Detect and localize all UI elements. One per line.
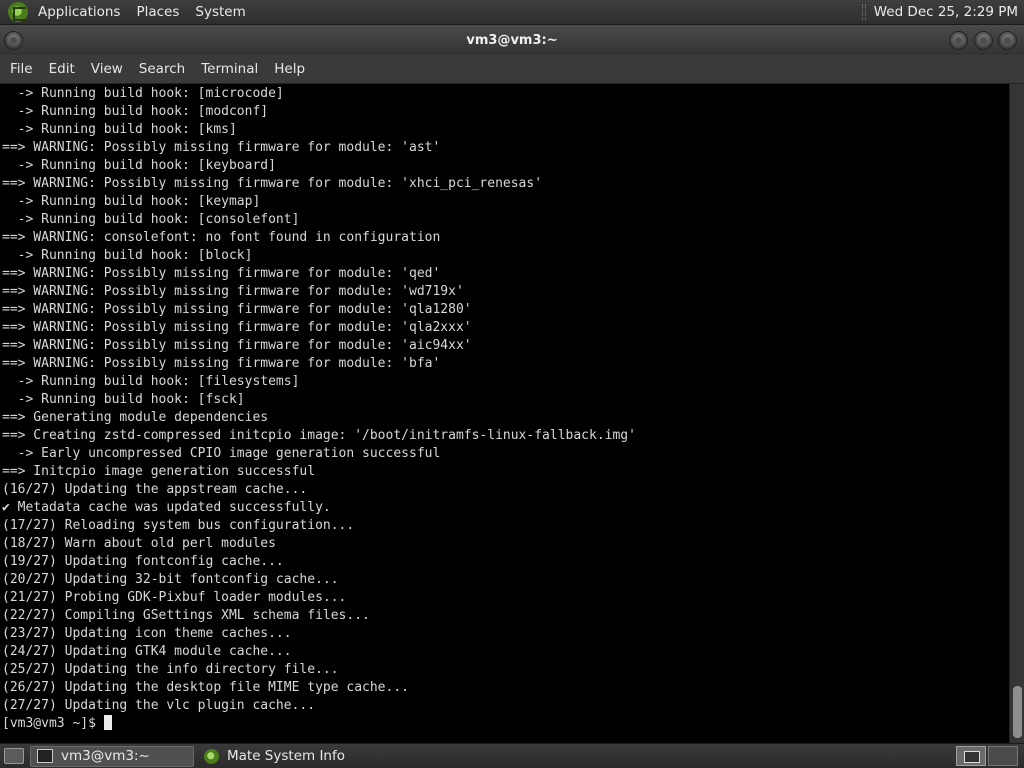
menu-edit[interactable]: Edit [41,55,83,84]
minimize-button[interactable] [949,31,968,50]
workspace-2-button[interactable] [988,746,1018,766]
terminal-line: ==> Creating zstd-compressed initcpio im… [2,428,636,443]
terminal-line: ==> WARNING: Possibly missing firmware f… [2,320,472,335]
workspace-1-button[interactable] [956,746,986,766]
close-button[interactable] [998,31,1017,50]
terminal-line: (16/27) Updating the appstream cache... [2,482,308,497]
prompt-line[interactable]: [vm3@vm3 ~]$ [2,715,1009,733]
terminal-line: ✔ Metadata cache was updated successfull… [2,500,331,515]
menu-file[interactable]: File [2,55,41,84]
menu-help[interactable]: Help [266,55,313,84]
terminal-scrollbar[interactable] [1009,84,1024,743]
terminal-line: ==> WARNING: Possibly missing firmware f… [2,176,543,191]
menu-terminal[interactable]: Terminal [193,55,266,84]
distro-logo-icon[interactable] [8,2,28,22]
applications-menu[interactable]: Applications [30,0,128,25]
window-title: vm3@vm3:~ [466,32,558,48]
terminal-line: ==> WARNING: Possibly missing firmware f… [2,302,472,317]
top-panel: Applications Places System Wed Dec 25, 2… [0,0,1024,25]
terminal-line: -> Running build hook: [keyboard] [2,158,276,173]
window-titlebar[interactable]: vm3@vm3:~ [0,25,1024,55]
terminal-line: -> Running build hook: [modconf] [2,104,269,119]
taskbar-item-label: vm3@vm3:~ [61,748,150,764]
menu-search[interactable]: Search [131,55,193,84]
terminal-line: ==> WARNING: Possibly missing firmware f… [2,338,472,353]
system-info-icon [204,748,219,764]
places-menu[interactable]: Places [128,0,187,25]
taskbar-item-system-info[interactable]: Mate System Info [198,746,388,767]
taskbar-item-label: Mate System Info [227,748,345,764]
terminal-line: -> Running build hook: [filesystems] [2,374,300,389]
menu-view[interactable]: View [83,55,131,84]
terminal-line: (17/27) Reloading system bus configurati… [2,518,355,533]
terminal-line: (25/27) Updating the info directory file… [2,662,339,677]
terminal-line: ==> Initcpio image generation successful [2,464,316,479]
maximize-button[interactable] [974,31,993,50]
panel-handle-icon[interactable] [861,4,866,20]
terminal-line: (18/27) Warn about old perl modules [2,536,276,551]
terminal-line: (23/27) Updating icon theme caches... [2,626,292,641]
terminal-line: -> Early uncompressed CPIO image generat… [2,446,441,461]
terminal-line: ==> Generating module dependencies [2,410,269,425]
terminal-line: -> Running build hook: [block] [2,248,253,263]
terminal-menubar: File Edit View Search Terminal Help [0,55,1024,84]
shell-prompt: [vm3@vm3 ~]$ [2,716,104,731]
taskbar-item-terminal[interactable]: vm3@vm3:~ [30,745,194,767]
text-cursor [103,715,112,730]
system-menu[interactable]: System [187,0,253,25]
terminal-line: (22/27) Compiling GSettings XML schema f… [2,608,370,623]
terminal-line: -> Running build hook: [microcode] [2,86,284,101]
window-menu-button[interactable] [4,31,23,50]
terminal-line: -> Running build hook: [consolefont] [2,212,300,227]
terminal-line: (20/27) Updating 32-bit fontconfig cache… [2,572,339,587]
terminal-line: -> Running build hook: [fsck] [2,392,245,407]
terminal-line: -> Running build hook: [kms] [2,122,237,137]
terminal-icon [37,749,53,763]
terminal-line: ==> WARNING: Possibly missing firmware f… [2,356,441,371]
terminal-line: ==> WARNING: Possibly missing firmware f… [2,140,441,155]
panel-right-area: Wed Dec 25, 2:29 PM [861,4,1024,20]
terminal-line: (24/27) Updating GTK4 module cache... [2,644,292,659]
terminal-line: (27/27) Updating the vlc plugin cache... [2,698,316,713]
bottom-panel: vm3@vm3:~ Mate System Info [0,743,1024,768]
terminal-line: -> Running build hook: [keymap] [2,194,261,209]
clock[interactable]: Wed Dec 25, 2:29 PM [874,4,1024,20]
terminal-line: (19/27) Updating fontconfig cache... [2,554,284,569]
show-desktop-icon[interactable] [4,748,24,764]
terminal-line: ==> WARNING: Possibly missing firmware f… [2,284,464,299]
terminal-line: (26/27) Updating the desktop file MIME t… [2,680,409,695]
scrollbar-thumb[interactable] [1013,686,1022,738]
workspace-switcher [956,746,1018,766]
terminal-lines: -> Running build hook: [microcode] -> Ru… [2,85,1009,715]
terminal-line: (21/27) Probing GDK-Pixbuf loader module… [2,590,347,605]
terminal-line: ==> WARNING: consolefont: no font found … [2,230,441,245]
terminal-line: ==> WARNING: Possibly missing firmware f… [2,266,441,281]
terminal-output[interactable]: -> Running build hook: [microcode] -> Ru… [0,84,1009,743]
